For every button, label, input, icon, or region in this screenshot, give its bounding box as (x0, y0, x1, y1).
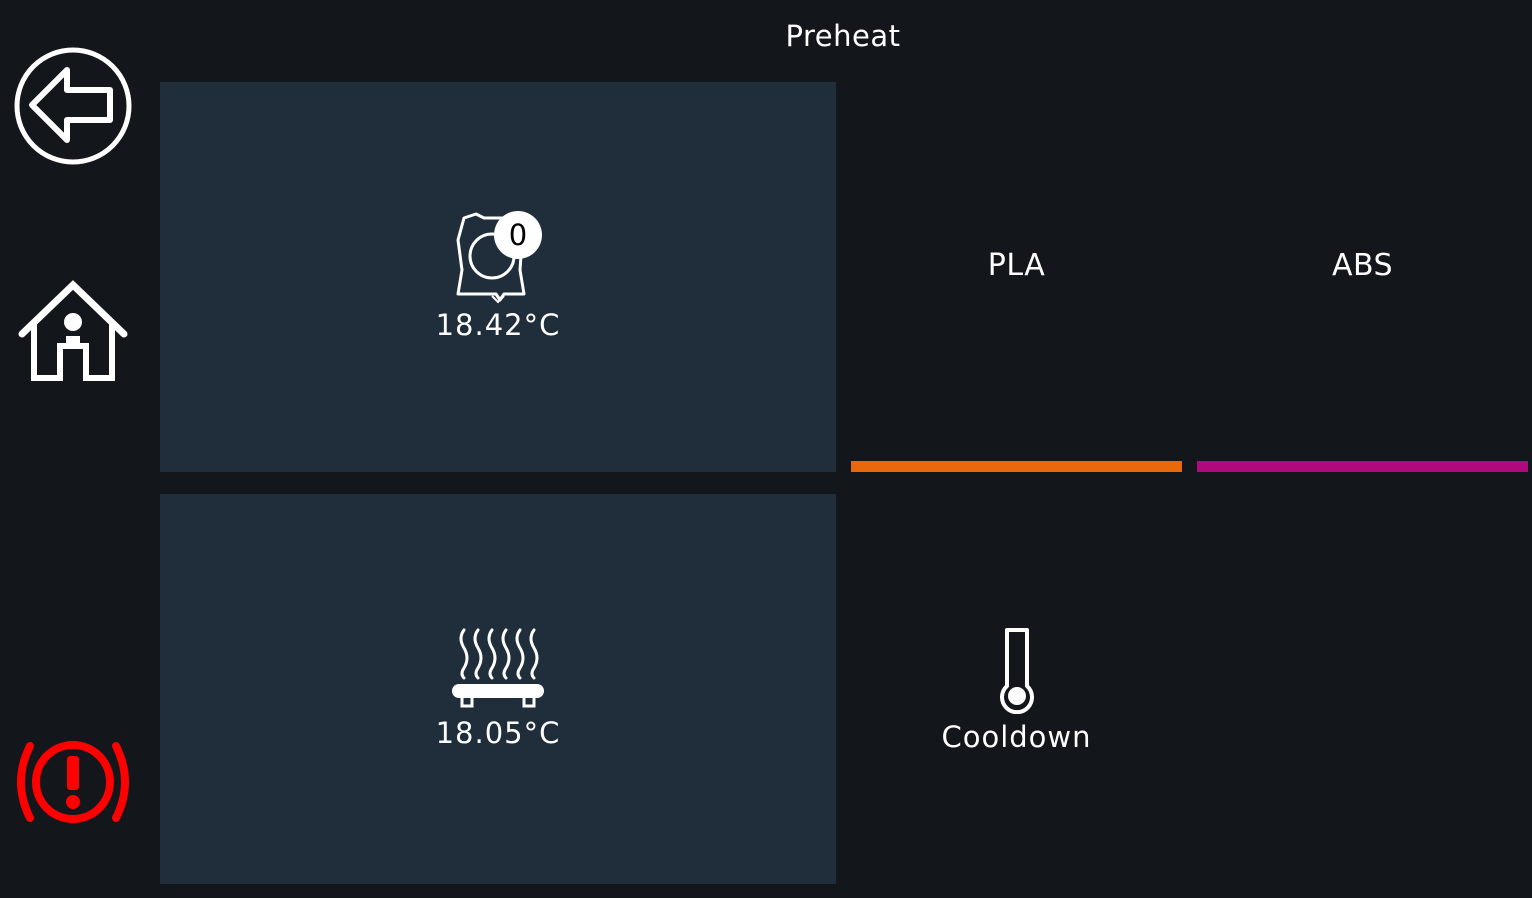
preset-pla-button[interactable]: PLA (851, 82, 1182, 472)
preset-color-bar (851, 461, 1182, 472)
preset-label: PLA (987, 248, 1046, 283)
preset-label: ABS (1331, 248, 1394, 283)
extruder-heater-button[interactable]: 0 18.42°C (160, 82, 836, 472)
back-button[interactable] (12, 45, 134, 167)
bed-heater-button[interactable]: 18.05°C (160, 494, 836, 884)
home-icon (18, 280, 128, 381)
page-title: Preheat (785, 19, 901, 53)
home-button[interactable] (14, 278, 132, 388)
preheat-screen: Preheat 0 18.42°C 18.05°C PLA ABS Cooldo… (0, 0, 1532, 898)
extruder-index-badge: 0 (509, 218, 527, 252)
extruder-icon: 0 (456, 211, 542, 304)
emergency-stop-button[interactable] (10, 732, 136, 832)
emergency-stop-icon (17, 741, 129, 823)
thermometer-icon (1000, 628, 1034, 714)
cooldown-label: Cooldown (941, 720, 1092, 754)
preset-abs-button[interactable]: ABS (1197, 82, 1528, 472)
back-arrow-icon (14, 47, 132, 165)
cooldown-button[interactable]: Cooldown (851, 494, 1182, 884)
heated-bed-icon (452, 628, 544, 708)
bed-temperature: 18.05°C (435, 716, 561, 750)
preset-color-bar (1197, 461, 1528, 472)
extruder-temperature: 18.42°C (435, 308, 561, 342)
